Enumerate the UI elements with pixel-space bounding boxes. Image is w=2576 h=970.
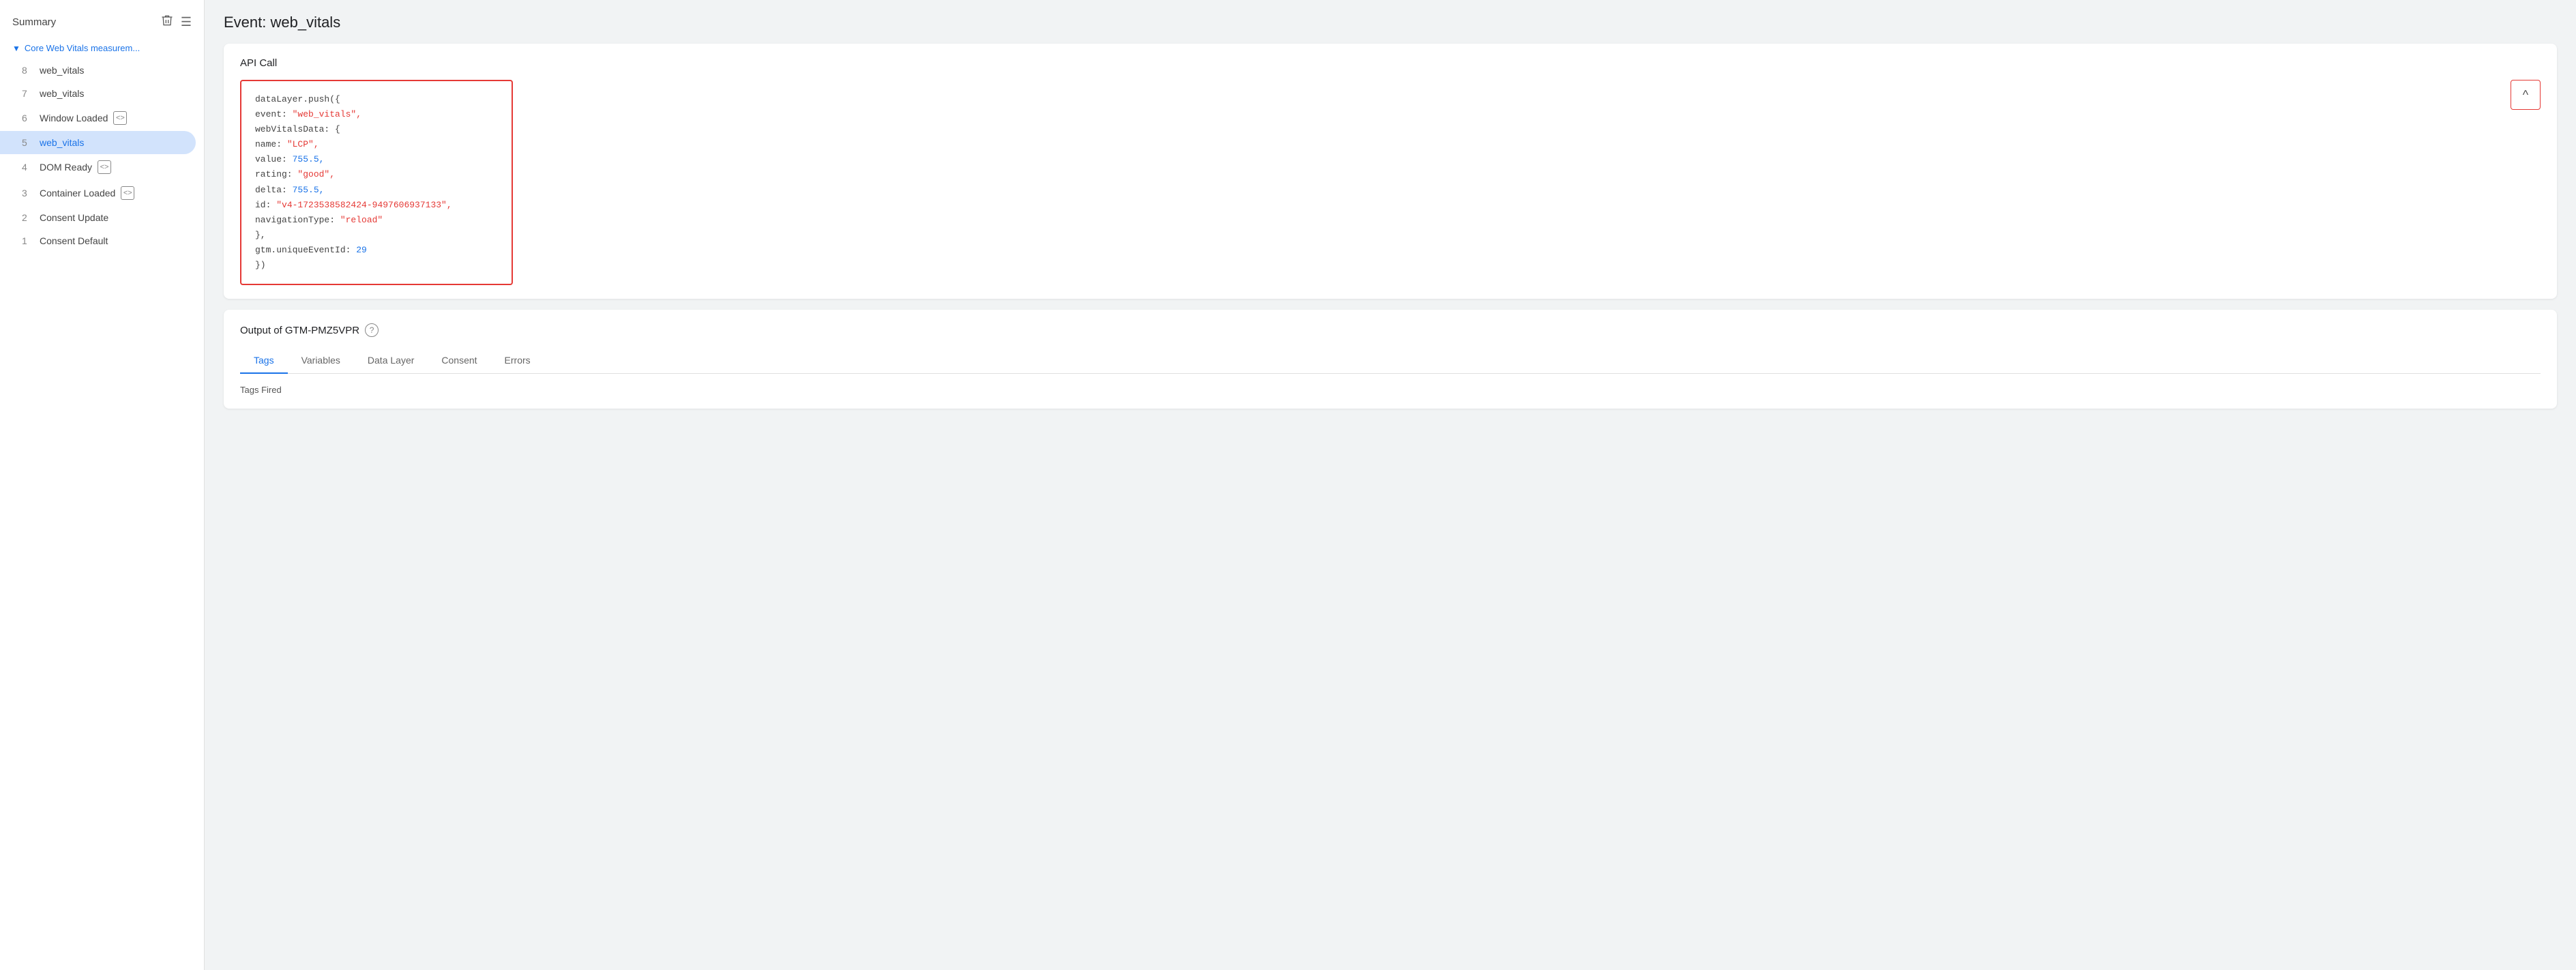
- tab-tags[interactable]: Tags: [240, 348, 288, 374]
- code-line: },: [255, 228, 498, 243]
- help-icon[interactable]: ?: [365, 323, 379, 337]
- sidebar-item-label: Window Loaded: [40, 113, 108, 123]
- sidebar-item[interactable]: 6 Window Loaded <>: [0, 105, 196, 131]
- sidebar-item[interactable]: 7 web_vitals: [0, 82, 196, 105]
- sidebar-item-number: 4: [22, 162, 34, 173]
- sidebar-item-label: web_vitals: [40, 137, 84, 148]
- sidebar-item-label: Container Loaded: [40, 188, 115, 199]
- code-icon: <>: [121, 186, 134, 200]
- code-line: id: "v4-1723538582424-9497606937133",: [255, 198, 498, 213]
- code-line: dataLayer.push({: [255, 92, 498, 107]
- code-line: value: 755.5,: [255, 152, 498, 167]
- collapse-icon: ^: [2523, 88, 2528, 102]
- sidebar-item-number: 6: [22, 113, 34, 123]
- tab-variables[interactable]: Variables: [288, 348, 354, 374]
- group-label: Core Web Vitals measurem...: [25, 43, 140, 53]
- output-title: Output of GTM-PMZ5VPR ?: [240, 323, 2541, 337]
- sidebar-item-number: 3: [22, 188, 34, 199]
- api-call-container: dataLayer.push({ event: "web_vitals", we…: [240, 80, 2541, 285]
- sidebar-item-number: 2: [22, 212, 34, 223]
- sidebar-item-label: DOM Ready: [40, 162, 92, 173]
- output-card: Output of GTM-PMZ5VPR ? TagsVariablesDat…: [224, 310, 2557, 409]
- main-content: Event: web_vitals API Call dataLayer.pus…: [205, 0, 2576, 970]
- chevron-down-icon: ▼: [12, 44, 20, 53]
- tabs-bar: TagsVariablesData LayerConsentErrors: [240, 348, 2541, 374]
- output-title-text: Output of GTM-PMZ5VPR: [240, 325, 359, 336]
- code-line: delta: 755.5,: [255, 183, 498, 198]
- tab-data-layer[interactable]: Data Layer: [354, 348, 428, 374]
- sidebar-summary-header: Summary ☰: [0, 7, 204, 38]
- sidebar-item-label: Consent Update: [40, 212, 108, 223]
- sidebar-toolbar: ☰: [160, 14, 192, 31]
- sidebar-item-number: 8: [22, 65, 34, 76]
- sidebar-item[interactable]: 1 Consent Default: [0, 229, 196, 252]
- code-block: dataLayer.push({ event: "web_vitals", we…: [240, 80, 513, 285]
- api-call-card: API Call dataLayer.push({ event: "web_vi…: [224, 44, 2557, 299]
- tab-errors[interactable]: Errors: [491, 348, 544, 374]
- sidebar-item-label: web_vitals: [40, 88, 84, 99]
- page-title: Event: web_vitals: [224, 14, 2557, 31]
- sidebar-item-label: Consent Default: [40, 235, 108, 246]
- collapse-button[interactable]: ^: [2511, 80, 2541, 110]
- sidebar-item-number: 7: [22, 88, 34, 99]
- code-line: }): [255, 258, 498, 273]
- code-line: webVitalsData: {: [255, 122, 498, 137]
- sidebar-item-number: 1: [22, 235, 34, 246]
- tab-consent[interactable]: Consent: [428, 348, 490, 374]
- tags-fired-label: Tags Fired: [240, 385, 2541, 395]
- code-line: navigationType: "reload": [255, 213, 498, 228]
- summary-label: Summary: [12, 16, 56, 28]
- code-line: gtm.uniqueEventId: 29: [255, 243, 498, 258]
- sidebar-item-number: 5: [22, 137, 34, 148]
- sidebar-item[interactable]: 3 Container Loaded <>: [0, 180, 196, 206]
- sidebar-item[interactable]: 4 DOM Ready <>: [0, 154, 196, 180]
- sidebar-item-label: web_vitals: [40, 65, 84, 76]
- sidebar-item[interactable]: 5 web_vitals: [0, 131, 196, 154]
- sidebar-item[interactable]: 8 web_vitals: [0, 59, 196, 82]
- sidebar-items-list: 8web_vitals7web_vitals6Window Loaded<>5w…: [0, 59, 204, 252]
- code-line: event: "web_vitals",: [255, 107, 498, 122]
- api-call-title: API Call: [240, 57, 2541, 69]
- code-icon: <>: [113, 111, 127, 125]
- sidebar-item[interactable]: 2 Consent Update: [0, 206, 196, 229]
- sidebar-group-header[interactable]: ▼ Core Web Vitals measurem...: [0, 38, 204, 59]
- code-line: rating: "good",: [255, 167, 498, 182]
- code-icon: <>: [98, 160, 111, 174]
- trash-icon[interactable]: [160, 14, 174, 31]
- sidebar: Summary ☰ ▼ Core Web Vitals measurem... …: [0, 0, 205, 970]
- filter-icon[interactable]: ☰: [181, 15, 192, 29]
- code-line: name: "LCP",: [255, 137, 498, 152]
